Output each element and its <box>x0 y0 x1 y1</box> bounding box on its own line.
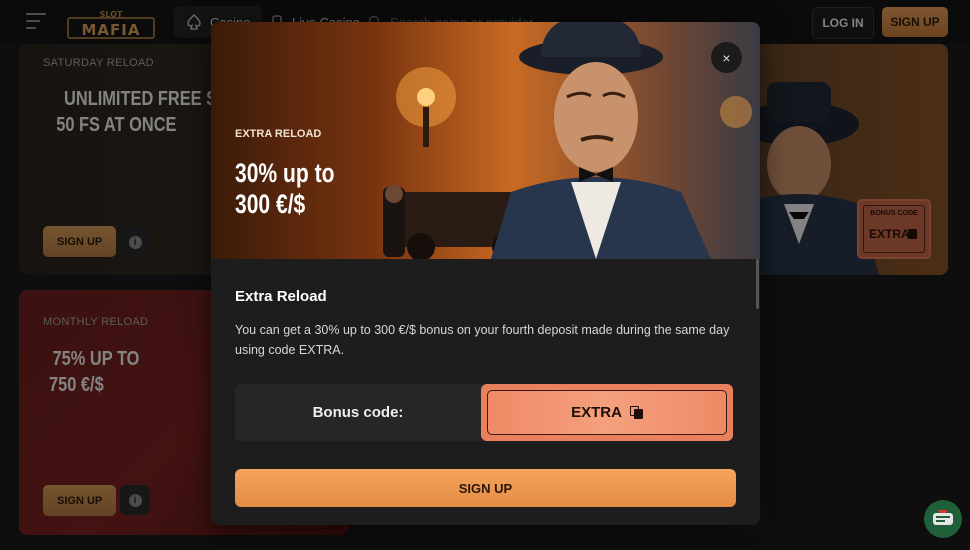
modal-signup-button[interactable]: SIGN UP <box>235 469 736 507</box>
bonus-modal: EXTRA RELOAD 30% up to 300 €/$ × Extra R… <box>211 22 760 525</box>
chat-icon[interactable] <box>924 500 962 538</box>
modal-hero-title: 30% up to 300 €/$ <box>235 158 391 220</box>
modal-hero-title-line-2: 300 €/$ <box>235 189 306 219</box>
bonus-code-label: Bonus code: <box>312 404 404 421</box>
bonus-code-row: Bonus code: EXTRA <box>235 384 733 441</box>
bonus-code-value: EXTRA <box>571 404 622 421</box>
mafia-hero-illustration <box>383 22 752 259</box>
modal-description: You can get a 30% up to 300 €/$ bonus on… <box>235 323 730 357</box>
modal-hero-kicker: EXTRA RELOAD <box>235 128 322 140</box>
modal-scrollbar[interactable] <box>756 259 759 309</box>
modal-hero-image: EXTRA RELOAD 30% up to 300 €/$ × <box>211 22 760 259</box>
copy-bonus-code-button[interactable]: EXTRA <box>481 384 733 441</box>
modal-title: Extra Reload <box>235 288 327 305</box>
modal-hero-title-line-1: 30% up to <box>235 158 335 188</box>
copy-icon <box>629 406 643 419</box>
close-icon[interactable]: × <box>711 42 742 73</box>
